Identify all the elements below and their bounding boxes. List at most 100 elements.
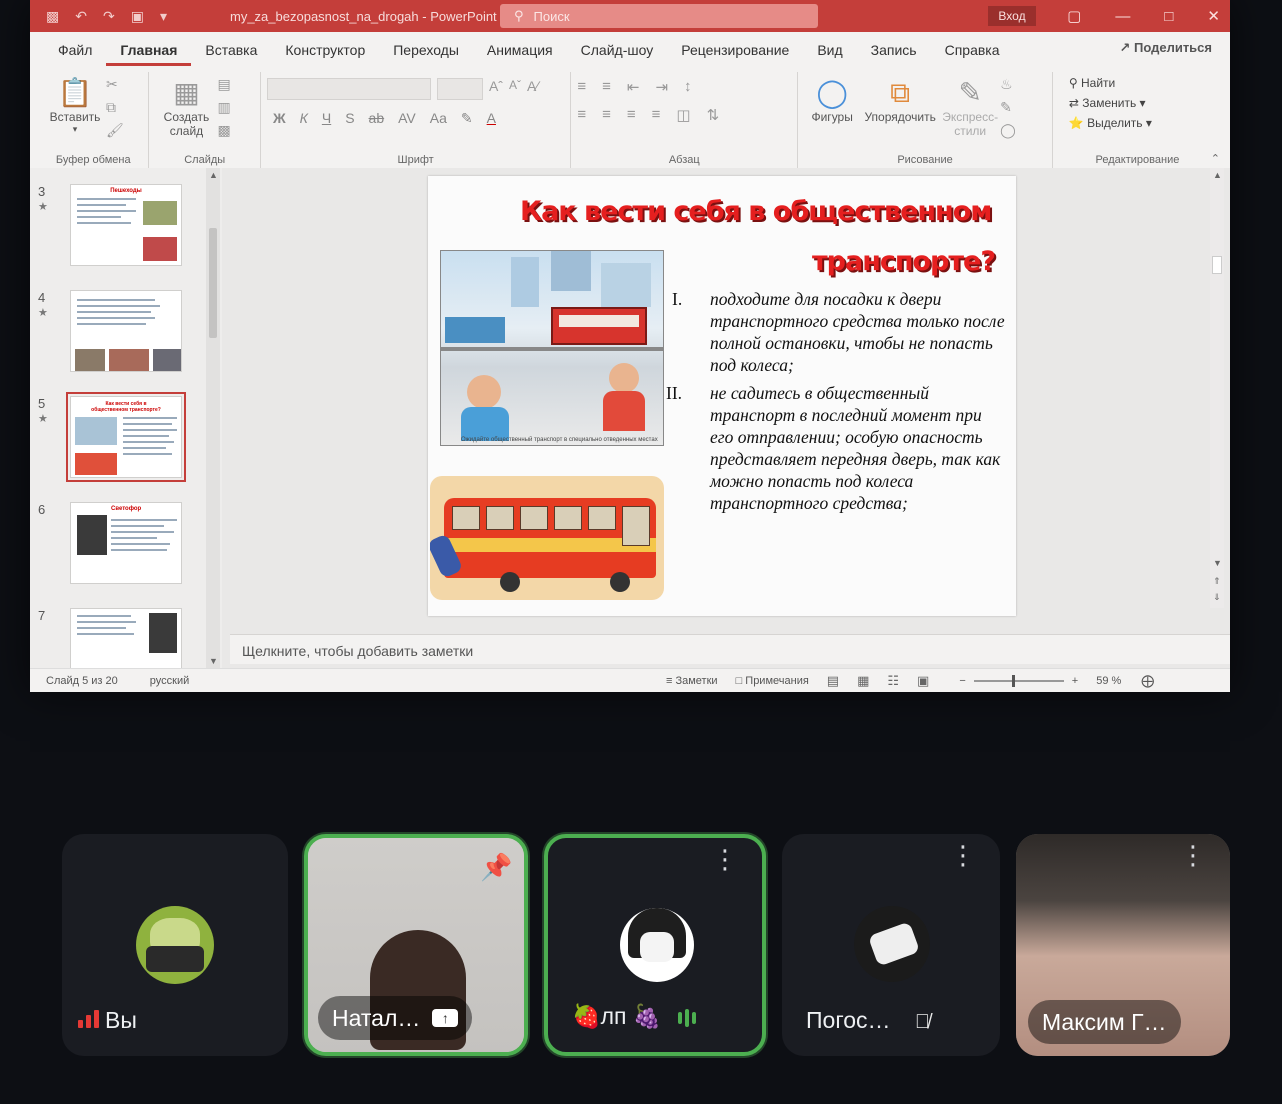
search-box[interactable]: ⚲ Поиск: [500, 4, 818, 28]
next-slide-icon[interactable]: ⇓: [1213, 592, 1221, 603]
participant-tile-pogos[interactable]: ⋮ Погос… 🎙̸: [782, 834, 1000, 1056]
font-size-combo[interactable]: [436, 78, 483, 100]
tab-design[interactable]: Конструктор: [271, 42, 379, 66]
pin-icon[interactable]: 📌: [480, 852, 512, 882]
tab-animations[interactable]: Анимация: [473, 42, 567, 66]
share-button[interactable]: ↗ Поделиться: [1119, 40, 1212, 56]
slide-counter[interactable]: Слайд 5 из 20: [46, 675, 118, 687]
reading-view-icon[interactable]: ☷: [887, 673, 899, 689]
tab-slideshow[interactable]: Слайд-шоу: [567, 42, 668, 66]
select-button[interactable]: ⭐ Выделить ▾: [1069, 116, 1152, 130]
reset-icon[interactable]: ▥: [217, 99, 230, 116]
redo-icon[interactable]: ↷: [103, 8, 115, 25]
slideshow-view-icon[interactable]: ▣: [917, 673, 929, 689]
more-options-icon[interactable]: ⋮: [712, 846, 738, 872]
fit-to-window-icon[interactable]: ⨁: [1141, 673, 1154, 689]
tab-review[interactable]: Рецензирование: [667, 42, 803, 66]
bold-button[interactable]: Ж: [273, 110, 286, 127]
tram-stop-illustration[interactable]: Ожидайте общественный транспорт в специа…: [440, 250, 664, 446]
comments-button[interactable]: □ Примечания: [736, 675, 809, 687]
participant-tile-maxim[interactable]: ⋮ Максим Г…: [1016, 834, 1230, 1056]
scrollbar-thumb[interactable]: [209, 228, 217, 338]
spacing-button[interactable]: AV: [398, 110, 416, 127]
previous-slide-icon[interactable]: ⇑: [1213, 576, 1221, 587]
shape-outline-icon[interactable]: ✎: [1000, 99, 1016, 116]
slide-body-text[interactable]: I. подходите для посадки к двери транспо…: [666, 288, 1008, 520]
clear-format-icon[interactable]: A∕: [527, 78, 539, 100]
format-painter-icon[interactable]: 🖌: [106, 122, 124, 139]
decrease-indent-icon[interactable]: ⇤: [627, 78, 640, 96]
close-icon[interactable]: ✕: [1207, 7, 1220, 25]
tab-help[interactable]: Справка: [931, 42, 1014, 66]
shape-effects-icon[interactable]: ◯: [1000, 122, 1016, 139]
text-direction-icon[interactable]: ⇅: [707, 106, 720, 124]
slide-scrollbar[interactable]: ▲ ▼ ⇑ ⇓: [1210, 168, 1224, 608]
normal-view-icon[interactable]: ▤: [827, 673, 839, 689]
collapse-ribbon-icon[interactable]: ⌃: [1211, 152, 1220, 165]
zoom-slider[interactable]: [973, 674, 1064, 687]
maximize-icon[interactable]: □: [1164, 8, 1173, 25]
scroll-up-icon[interactable]: ▲: [1213, 170, 1222, 180]
align-left-icon[interactable]: ≡: [577, 106, 586, 124]
zoom-in-icon[interactable]: +: [1072, 675, 1078, 687]
tab-record[interactable]: Запись: [857, 42, 931, 66]
font-name-combo[interactable]: [266, 78, 431, 100]
numbering-icon[interactable]: ≡: [602, 78, 611, 96]
italic-button[interactable]: К: [300, 110, 308, 127]
zoom-out-icon[interactable]: −: [959, 675, 965, 687]
slide-title-line1[interactable]: Как вести себя в общественном: [520, 196, 992, 227]
more-options-icon[interactable]: ⋮: [950, 842, 976, 868]
participant-tile-lp[interactable]: ⋮ 🍓лп 🍇: [544, 834, 766, 1056]
notes-pane[interactable]: Щелкните, чтобы добавить заметки: [230, 634, 1230, 664]
language-indicator[interactable]: русский: [150, 675, 189, 687]
scroll-down-icon[interactable]: ▼: [1213, 558, 1222, 568]
align-center-icon[interactable]: ≡: [602, 106, 611, 124]
scroll-up-icon[interactable]: ▲: [209, 170, 218, 180]
columns-icon[interactable]: ◫: [676, 106, 690, 124]
zoom-slider-knob[interactable]: [1011, 674, 1015, 687]
save-icon[interactable]: ▩: [46, 8, 59, 25]
more-options-icon[interactable]: ⋮: [1180, 842, 1206, 868]
signin-button[interactable]: Вход: [988, 6, 1036, 26]
strikethrough-button[interactable]: ab: [369, 110, 385, 127]
tab-view[interactable]: Вид: [803, 42, 856, 66]
slide-sorter-icon[interactable]: ▦: [857, 673, 869, 689]
tab-home[interactable]: Главная: [106, 42, 192, 66]
line-spacing-icon[interactable]: ↕: [684, 78, 692, 96]
shape-fill-icon[interactable]: ♨: [1000, 76, 1016, 93]
participant-tile-self[interactable]: Вы: [62, 834, 288, 1056]
bullets-icon[interactable]: ≡: [577, 78, 586, 96]
participant-tile-natal[interactable]: 📌 Натал… ↑: [304, 834, 528, 1056]
tram-boarding-illustration[interactable]: [430, 476, 664, 600]
justify-icon[interactable]: ≡: [652, 106, 661, 124]
find-button[interactable]: ⚲ Найти: [1069, 76, 1152, 90]
grow-font-icon[interactable]: Aˆ: [489, 78, 503, 100]
highlight-icon[interactable]: ✎: [461, 110, 473, 127]
scroll-down-icon[interactable]: ▼: [209, 656, 218, 666]
undo-icon[interactable]: ↶: [75, 8, 87, 25]
tab-transitions[interactable]: Переходы: [379, 42, 473, 66]
tab-file[interactable]: Файл: [44, 42, 106, 66]
slide-title-line2[interactable]: транспорте?: [812, 246, 996, 277]
increase-indent-icon[interactable]: ⇥: [655, 78, 668, 96]
zoom-level[interactable]: 59 %: [1096, 675, 1121, 687]
minimize-icon[interactable]: —: [1115, 8, 1130, 25]
ribbon-display-icon[interactable]: ▢: [1067, 7, 1081, 25]
slide-canvas[interactable]: Как вести себя в общественном транспорте…: [428, 176, 1016, 616]
align-right-icon[interactable]: ≡: [627, 106, 636, 124]
copy-icon[interactable]: ⧉: [106, 99, 124, 116]
tab-insert[interactable]: Вставка: [191, 42, 271, 66]
underline-button[interactable]: Ч: [322, 110, 331, 127]
font-color-icon[interactable]: A: [487, 110, 496, 127]
notes-toggle-button[interactable]: ≡ Заметки: [666, 675, 718, 687]
shadow-button[interactable]: S: [345, 110, 354, 127]
present-icon[interactable]: ▣: [131, 8, 144, 25]
replace-button[interactable]: ⇄ Заменить ▾: [1069, 96, 1152, 110]
scrollbar-thumb[interactable]: [1212, 256, 1222, 274]
change-case-button[interactable]: Aa: [430, 110, 447, 127]
cut-icon[interactable]: ✂: [106, 76, 124, 93]
thumbnails-scrollbar[interactable]: ▲ ▼: [206, 168, 220, 668]
customize-chevron-icon[interactable]: ▾: [160, 8, 167, 25]
layout-icon[interactable]: ▤: [217, 76, 230, 93]
section-icon[interactable]: ▩: [217, 122, 230, 139]
